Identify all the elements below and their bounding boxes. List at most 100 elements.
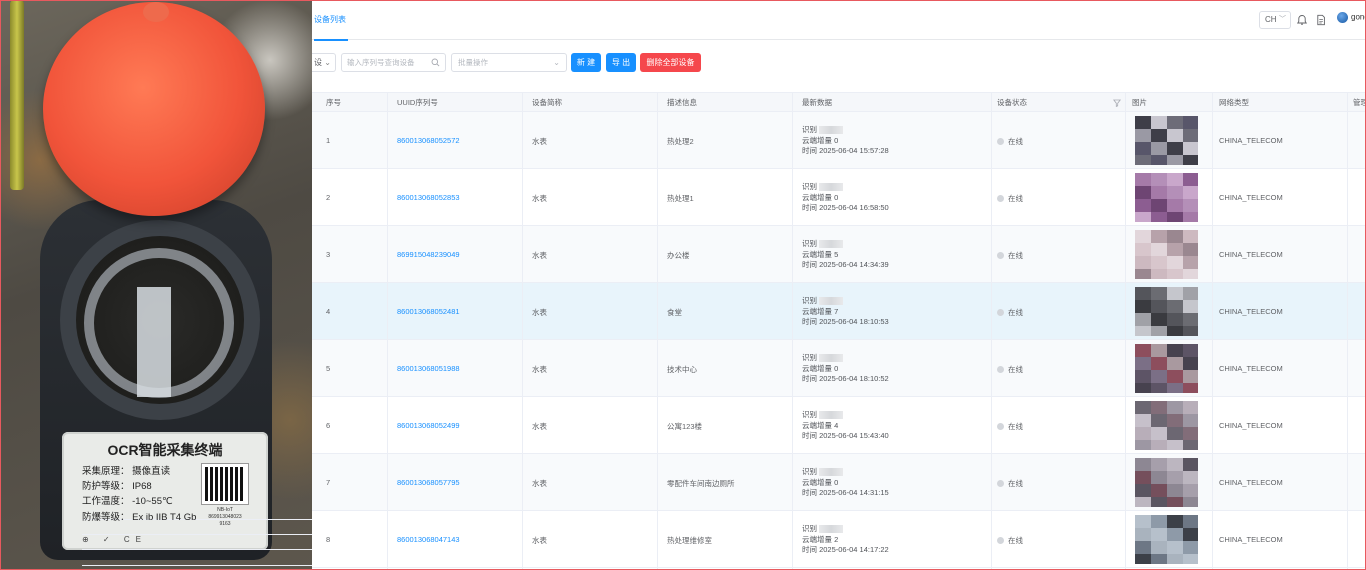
image-pixel: [1183, 300, 1198, 313]
blurred-value: [819, 183, 843, 192]
qr-text: 9163: [219, 521, 231, 527]
recognition-value: 识别: [802, 467, 889, 478]
latest-data: 识别 云端增量 4 时间 2025-06-04 15:43:40: [802, 410, 889, 442]
recognition-value: 识别: [802, 524, 889, 535]
image-pixel: [1183, 313, 1198, 326]
uuid-link[interactable]: 869915048239049: [397, 250, 460, 259]
image-pixel: [1151, 129, 1167, 142]
image-pixel: [1167, 357, 1183, 370]
top-bar: 设备列表 CH ﹀ gong: [312, 0, 1366, 41]
network-type: CHINA_TELECOM: [1219, 421, 1283, 430]
meter-image-thumbnail[interactable]: [1135, 173, 1198, 222]
meter-image-thumbnail[interactable]: [1135, 116, 1198, 165]
delete-all-button[interactable]: 删除全部设备: [640, 53, 701, 72]
user-menu[interactable]: gong: [1337, 12, 1366, 28]
recognition-label: 识别: [802, 182, 817, 191]
status-text: 在线: [1008, 137, 1023, 146]
table-row[interactable]: 6 860013068052499 水表 公寓123楼 识别 云端增量 4 时间 2025-…: [312, 397, 1366, 454]
image-pixel: [1183, 287, 1198, 300]
image-pixel: [1183, 458, 1198, 471]
table-row[interactable]: 2 860013068052853 水表 热处理1 识别 云端增量 0 时间 2025-06…: [312, 169, 1366, 226]
column-header-network: 网络类型: [1219, 98, 1249, 107]
filter-icon[interactable]: [1113, 99, 1121, 107]
image-pixel: [1135, 401, 1151, 414]
image-pixel: [1183, 515, 1198, 528]
search-icon[interactable]: [431, 58, 440, 67]
image-pixel: [1135, 528, 1151, 541]
recognition-label: 识别: [802, 296, 817, 305]
network-type: CHINA_TELECOM: [1219, 478, 1283, 487]
cloud-increment: 云端增量 4: [802, 420, 839, 430]
uuid-link[interactable]: 860013068051988: [397, 364, 460, 373]
image-pixel: [1135, 471, 1151, 484]
image-pixel: [1151, 212, 1167, 222]
latest-data: 识别 云端增量 0 时间 2025-06-04 15:57:28: [802, 125, 889, 157]
image-pixel: [1167, 383, 1183, 393]
uuid-link[interactable]: 860013068047143: [397, 535, 460, 544]
table-row[interactable]: 7 860013068057795 水表 零配件车间南边厕所 识别 云端增量 0 时间 20…: [312, 454, 1366, 511]
device-description: 办公楼: [667, 251, 690, 260]
uuid-link[interactable]: 860013068052853: [397, 193, 460, 202]
image-pixel: [1167, 484, 1183, 497]
meter-image-thumbnail[interactable]: [1135, 515, 1198, 564]
cloud-increment: 云端增量 0: [802, 192, 839, 202]
image-pixel: [1135, 300, 1151, 313]
image-pixel: [1183, 326, 1198, 336]
blurred-value: [819, 468, 843, 477]
device-name: 水表: [532, 536, 547, 545]
meter-image-thumbnail[interactable]: [1135, 458, 1198, 507]
table-row[interactable]: 3 869915048239049 水表 办公楼 识别 云端增量 5 时间 2025-06-…: [312, 226, 1366, 283]
table-row[interactable]: 1 860013068052572 水表 热处理2 识别 云端增量 0 时间 2025-06…: [312, 112, 1366, 169]
new-button[interactable]: 新 建: [571, 53, 601, 72]
bell-icon[interactable]: [1296, 14, 1308, 26]
status-dot-icon: [997, 480, 1004, 487]
image-pixel: [1167, 300, 1183, 313]
image-pixel: [1135, 440, 1151, 450]
table-row[interactable]: 8 860013068047143 水表 热处理维修室 识别 云端增量 2 时间 2025-…: [312, 511, 1366, 568]
image-pixel: [1151, 230, 1167, 243]
status-text: 在线: [1008, 536, 1023, 545]
search-input[interactable]: [347, 54, 433, 71]
latest-data: 识别 云端增量 0 时间 2025-06-04 16:58:50: [802, 182, 889, 214]
uuid-link[interactable]: 860013068052572: [397, 136, 460, 145]
cloud-increment: 云端增量 0: [802, 363, 839, 373]
device-description: 热处理1: [667, 194, 694, 203]
uuid-link[interactable]: 860013068057795: [397, 478, 460, 487]
image-pixel: [1167, 173, 1183, 186]
status-badge: 在线: [997, 421, 1023, 432]
image-pixel: [1167, 497, 1183, 507]
meter-image-thumbnail[interactable]: [1135, 401, 1198, 450]
image-pixel: [1183, 230, 1198, 243]
image-pixel: [1135, 269, 1151, 279]
tab-device-list[interactable]: 设备列表: [314, 0, 348, 41]
image-pixel: [1183, 269, 1198, 279]
table-row[interactable]: 5 860013068051988 水表 技术中心 识别 云端增量 0 时间 2025-06…: [312, 340, 1366, 397]
uuid-link[interactable]: 860013068052499: [397, 421, 460, 430]
export-button[interactable]: 导 出: [606, 53, 636, 72]
column-header-status: 设备状态: [997, 98, 1027, 107]
image-pixel: [1183, 401, 1198, 414]
status-dot-icon: [997, 366, 1004, 373]
uuid-link[interactable]: 860013068052481: [397, 307, 460, 316]
device-management-app: 设备列表 CH ﹀ gong 设 ⌄: [312, 0, 1366, 570]
status-badge: 在线: [997, 193, 1023, 204]
filter-select[interactable]: 设 ⌄: [312, 53, 336, 72]
table-row[interactable]: 4 860013068052481 水表 食堂 识别 云端增量 7 时间 2025-06-0…: [312, 283, 1366, 340]
image-pixel: [1135, 370, 1151, 383]
row-index: 7: [326, 478, 331, 487]
status-dot-icon: [997, 252, 1004, 259]
image-pixel: [1135, 515, 1151, 528]
device-description: 热处理维修室: [667, 536, 712, 545]
image-pixel: [1183, 383, 1198, 393]
image-pixel: [1167, 401, 1183, 414]
document-icon[interactable]: [1315, 14, 1327, 26]
meter-image-thumbnail[interactable]: [1135, 230, 1198, 279]
language-select[interactable]: CH ﹀: [1259, 11, 1291, 29]
network-type: CHINA_TELECOM: [1219, 535, 1283, 544]
image-pixel: [1151, 326, 1167, 336]
network-type: CHINA_TELECOM: [1219, 364, 1283, 373]
image-pixel: [1167, 186, 1183, 199]
meter-image-thumbnail[interactable]: [1135, 344, 1198, 393]
batch-operation-select[interactable]: 批量操作 ⌄: [451, 53, 567, 72]
meter-image-thumbnail[interactable]: [1135, 287, 1198, 336]
